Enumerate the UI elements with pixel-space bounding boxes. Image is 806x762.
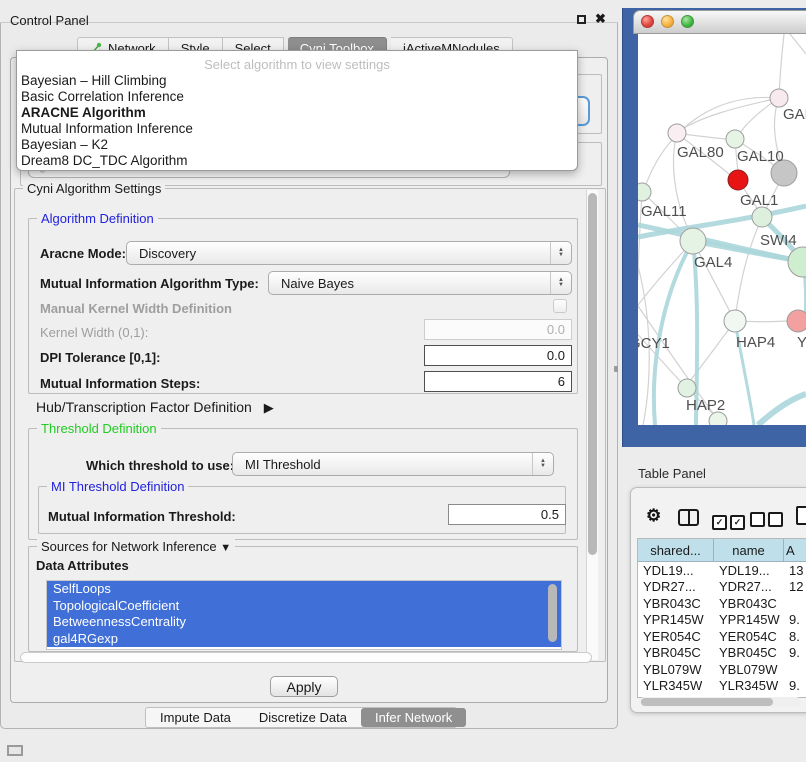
table-cell: YPR145W <box>638 612 714 627</box>
table-cell: YPR145W <box>714 612 784 627</box>
table-cell: YER054C <box>714 629 784 644</box>
table-header: shared... name A <box>638 539 806 562</box>
table-cell: 9. <box>784 645 806 660</box>
table-cell: YBR043C <box>638 596 714 611</box>
dropdown-item[interactable]: Bayesian – K2 <box>17 137 577 153</box>
dropdown-item[interactable]: Mutual Information Inference <box>17 121 577 137</box>
table-row[interactable]: YBR045CYBR045C9. <box>638 645 806 662</box>
column-header[interactable]: shared... <box>638 539 714 562</box>
table-row[interactable]: YBR043CYBR043C <box>638 595 806 612</box>
table-cell: YLR345W <box>638 678 714 693</box>
table-cell: 8. <box>784 629 806 644</box>
column-header[interactable]: name <box>714 539 784 562</box>
table-cell: YDR27... <box>714 579 784 594</box>
table-cell: YDL19... <box>714 563 784 578</box>
table-cell: YLR345W <box>714 678 784 693</box>
dropdown-items: Bayesian – Hill Climbing Basic Correlati… <box>17 73 577 169</box>
page-icon[interactable] <box>796 506 806 525</box>
table-row[interactable]: YBL079WYBL079W <box>638 661 806 678</box>
table-panel-title: Table Panel <box>638 466 706 481</box>
table-cell: YBR045C <box>714 645 784 660</box>
table-cell: YBL079W <box>638 662 714 677</box>
column-header[interactable]: A <box>784 539 806 562</box>
split-columns-icon[interactable] <box>678 509 699 526</box>
select-all-checked-icon[interactable]: ✓✓ <box>712 512 748 530</box>
table-settings-gear-icon[interactable]: ⚙ <box>646 506 661 526</box>
table-cell: 12 <box>784 579 806 594</box>
table-cell: YBL079W <box>714 662 784 677</box>
dropdown-item[interactable]: Basic Correlation Inference <box>17 89 577 105</box>
table-row[interactable]: YER054CYER054C8. <box>638 628 806 645</box>
deselect-all-unchecked-icon[interactable] <box>750 512 786 532</box>
table-cell: YDL19... <box>638 563 714 578</box>
node-table: shared... name A YDL19...YDL19...13YDR27… <box>637 538 806 698</box>
table-cell: YBR045C <box>638 645 714 660</box>
table-cell: 9. <box>784 678 806 693</box>
table-cell: 13 <box>784 563 806 578</box>
table-cell: YBR043C <box>714 596 784 611</box>
dropdown-item[interactable]: Dream8 DC_TDC Algorithm <box>17 153 577 169</box>
table-row[interactable]: YDL19...YDL19...13 <box>638 562 806 579</box>
dropdown-item[interactable]: ARACNE Algorithm <box>17 105 577 121</box>
table-body: YDL19...YDL19...13YDR27...YDR27...12YBR0… <box>638 562 806 698</box>
table-scrollbar-thumb[interactable] <box>641 698 773 706</box>
dropdown-placeholder: Select algorithm to view settings <box>17 57 577 72</box>
dropdown-item[interactable]: Bayesian – Hill Climbing <box>17 73 577 89</box>
algorithm-dropdown-popup: Select algorithm to view settings Bayesi… <box>16 50 578 171</box>
table-row[interactable]: YDR27...YDR27...12 <box>638 579 806 596</box>
table-row[interactable]: YPR145WYPR145W9. <box>638 612 806 629</box>
table-cell: 9. <box>784 612 806 627</box>
table-row[interactable]: YLR345WYLR345W9. <box>638 678 806 695</box>
table-cell: YDR27... <box>638 579 714 594</box>
table-cell: YER054C <box>638 629 714 644</box>
